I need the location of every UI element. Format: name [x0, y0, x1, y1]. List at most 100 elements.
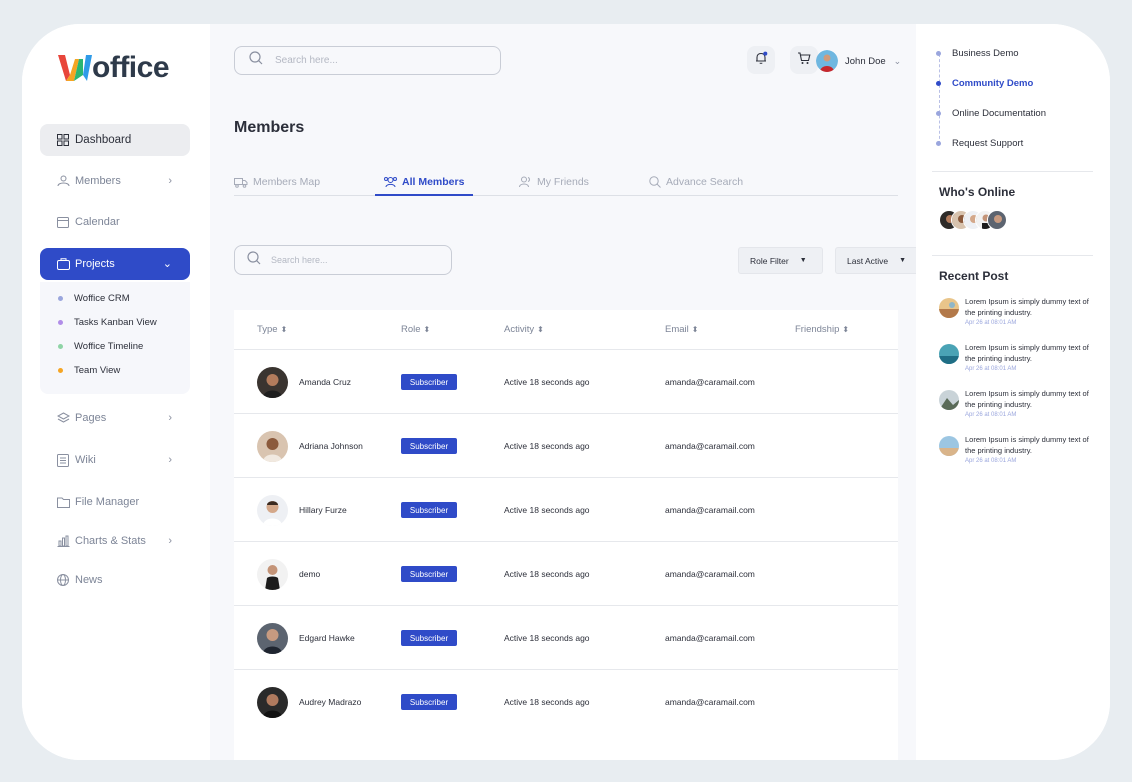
sidebar-item-pages[interactable]: Pages › — [40, 402, 190, 434]
tab-my-friends[interactable]: My Friends — [519, 169, 589, 195]
search-icon — [249, 51, 263, 70]
logo[interactable]: office — [58, 48, 170, 88]
table-row[interactable]: Adriana Johnson Subscriber Active 18 sec… — [234, 414, 898, 478]
column-header-role[interactable]: Role ⬍ — [401, 324, 430, 335]
divider — [932, 171, 1093, 172]
post-thumbnail — [939, 436, 959, 456]
sidebar-item-label: Wiki — [75, 454, 96, 466]
search-input[interactable] — [273, 54, 473, 67]
submenu-label: Team View — [74, 364, 121, 376]
bullet-icon — [936, 81, 941, 86]
avatar — [257, 495, 288, 526]
truck-icon — [234, 177, 248, 188]
notifications-button[interactable] — [747, 46, 775, 74]
bullet-icon — [936, 111, 941, 116]
avatar[interactable] — [987, 210, 1007, 230]
bullet-icon — [58, 295, 63, 301]
user-menu[interactable]: John Doe ⌄ — [816, 48, 901, 74]
bell-icon — [754, 51, 768, 70]
link-request-support[interactable]: Request Support — [936, 138, 1023, 149]
bullet-icon — [58, 343, 63, 349]
chevron-down-icon: ⌄ — [162, 258, 172, 270]
role-badge: Subscriber — [401, 566, 457, 582]
sidebar-item-members[interactable]: Members › — [40, 165, 190, 197]
member-email[interactable]: amanda@caramail.com — [665, 633, 755, 643]
link-community-demo[interactable]: Community Demo — [936, 78, 1033, 89]
cart-icon — [797, 51, 811, 70]
sidebar-item-label: Charts & Stats — [75, 535, 146, 547]
post-text: Lorem Ipsum is simply dummy text of the … — [965, 389, 1089, 409]
global-search[interactable] — [234, 46, 501, 75]
member-activity: Active 18 seconds ago — [504, 633, 590, 643]
table-row[interactable]: Edgard Hawke Subscriber Active 18 second… — [234, 606, 898, 670]
sidebar-item-calendar[interactable]: Calendar — [40, 206, 190, 238]
post-date: Apr 26 at 08:01 AM — [965, 412, 1017, 418]
member-name[interactable]: Adriana Johnson — [299, 441, 363, 451]
member-email[interactable]: amanda@caramail.com — [665, 697, 755, 707]
online-users — [939, 210, 1007, 230]
avatar — [257, 623, 288, 654]
sort-filter-dropdown[interactable]: Last Active ▼ — [835, 247, 920, 274]
member-name[interactable]: demo — [299, 569, 320, 579]
member-name[interactable]: Hillary Furze — [299, 505, 347, 515]
column-header-type[interactable]: Type ⬍ — [257, 324, 287, 335]
sidebar-item-charts-stats[interactable]: Charts & Stats › — [40, 525, 190, 557]
sidebar-item-file-manager[interactable]: File Manager — [40, 486, 190, 518]
submenu-item-woffice-crm[interactable]: Woffice CRM — [58, 290, 130, 306]
member-email[interactable]: amanda@caramail.com — [665, 505, 755, 515]
submenu-item-team-view[interactable]: Team View — [58, 362, 120, 378]
sidebar-item-wiki[interactable]: Wiki › — [40, 444, 190, 476]
member-search[interactable] — [234, 245, 452, 275]
divider — [932, 255, 1093, 256]
column-header-email[interactable]: Email ⬍ — [665, 324, 698, 335]
sort-filter-label: Last Active — [847, 255, 889, 266]
calendar-icon — [56, 215, 70, 229]
member-activity: Active 18 seconds ago — [504, 441, 590, 451]
tab-all-members[interactable]: All Members — [384, 169, 464, 195]
submenu-label: Woffice Timeline — [74, 340, 144, 352]
table-row[interactable]: Amanda Cruz Subscriber Active 18 seconds… — [234, 350, 898, 414]
sidebar-item-projects[interactable]: Projects ⌄ — [40, 248, 190, 280]
post-text: Lorem Ipsum is simply dummy text of the … — [965, 297, 1089, 317]
sidebar-item-label: Pages — [75, 412, 107, 424]
tab-advance-search[interactable]: Advance Search — [649, 169, 743, 195]
logo-w-icon — [58, 55, 92, 81]
tab-members-map[interactable]: Members Map — [234, 169, 320, 195]
submenu-item-woffice-timeline[interactable]: Woffice Timeline — [58, 338, 143, 354]
table-row[interactable]: Audrey Madrazo Subscriber Active 18 seco… — [234, 670, 898, 734]
link-online-documentation[interactable]: Online Documentation — [936, 108, 1046, 119]
table-row[interactable]: Hillary Furze Subscriber Active 18 secon… — [234, 478, 898, 542]
sidebar-item-dashboard[interactable]: Dashboard — [40, 124, 190, 156]
link-label: Community Demo — [952, 78, 1034, 89]
member-activity: Active 18 seconds ago — [504, 697, 590, 707]
link-label: Online Documentation — [952, 108, 1046, 119]
column-label: Friendship — [795, 324, 840, 335]
member-search-input[interactable] — [269, 254, 439, 266]
sort-icon: ⬍ — [842, 325, 850, 334]
whos-online-title: Who's Online — [939, 185, 1016, 199]
member-name[interactable]: Amanda Cruz — [299, 377, 351, 387]
member-name[interactable]: Edgard Hawke — [299, 633, 355, 643]
folder-icon — [56, 257, 70, 271]
sidebar-item-news[interactable]: News — [40, 564, 190, 596]
members-table: Type ⬍ Role ⬍ Activity ⬍ Email ⬍ Friendship ⬍… — [234, 310, 898, 760]
avatar — [257, 431, 288, 462]
member-email[interactable]: amanda@caramail.com — [665, 441, 755, 451]
tab-label: Advance Search — [666, 176, 744, 188]
role-filter-dropdown[interactable]: Role Filter ▼ — [738, 247, 823, 274]
column-label: Activity — [504, 324, 535, 335]
member-email[interactable]: amanda@caramail.com — [665, 377, 755, 387]
chevron-right-icon: › — [168, 412, 172, 424]
table-row[interactable]: demo Subscriber Active 18 seconds ago am… — [234, 542, 898, 606]
role-badge: Subscriber — [401, 502, 457, 518]
member-name[interactable]: Audrey Madrazo — [299, 697, 361, 707]
tab-label: Members Map — [253, 176, 321, 188]
cart-button[interactable] — [790, 46, 818, 74]
member-email[interactable]: amanda@caramail.com — [665, 569, 755, 579]
submenu-label: Woffice CRM — [74, 292, 130, 304]
submenu-item-tasks-kanban[interactable]: Tasks Kanban View — [58, 314, 157, 330]
column-header-activity[interactable]: Activity ⬍ — [504, 324, 544, 335]
link-business-demo[interactable]: Business Demo — [936, 48, 1019, 59]
column-header-friendship[interactable]: Friendship ⬍ — [795, 324, 849, 335]
users-icon — [384, 176, 397, 188]
